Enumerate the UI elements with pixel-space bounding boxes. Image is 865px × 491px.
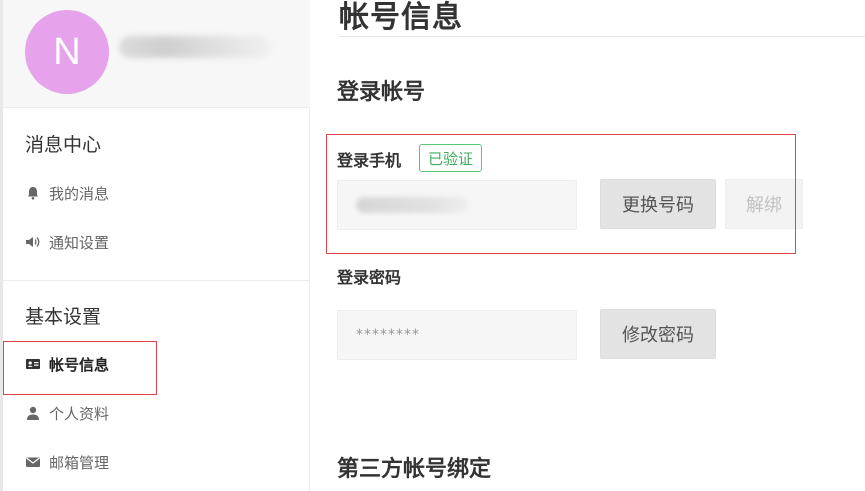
sidebar-item-my-messages[interactable]: 我的消息 (25, 181, 109, 205)
sidebar-divider (3, 280, 310, 281)
third-party-heading: 第三方帐号绑定 (337, 457, 492, 482)
password-label: 登录密码 (337, 268, 402, 287)
section-title-messages: 消息中心 (25, 134, 102, 156)
sidebar-item-label: 邮箱管理 (49, 453, 110, 472)
profile-card: N (3, 0, 310, 108)
change-password-button[interactable]: 修改密码 (600, 309, 716, 359)
account-settings-page: N 消息中心 我的消息 通知设置 基本设置 帐号信息 个人资料 邮箱管理 帐号信… (0, 0, 865, 491)
main-content: 帐号信息 登录帐号 登录手机 已验证 更换号码 解绑 登录密码 ********… (311, 0, 865, 491)
mail-icon (25, 454, 41, 470)
sidebar-item-profile[interactable]: 个人资料 (25, 401, 109, 425)
avatar[interactable]: N (25, 10, 109, 94)
sidebar-item-label: 个人资料 (49, 404, 110, 423)
user-icon (25, 405, 41, 421)
speaker-icon (25, 234, 41, 250)
login-account-heading: 登录帐号 (337, 80, 426, 105)
page-title: 帐号信息 (339, 0, 463, 35)
sidebar: N 消息中心 我的消息 通知设置 基本设置 帐号信息 个人资料 邮箱管理 (0, 0, 310, 491)
sidebar-item-notification-settings[interactable]: 通知设置 (25, 230, 109, 254)
bell-icon (25, 185, 41, 201)
sidebar-item-label: 我的消息 (49, 184, 110, 203)
password-field: ******** (337, 310, 577, 360)
annotation-highlight-phone (326, 134, 796, 254)
sidebar-item-mail-management[interactable]: 邮箱管理 (25, 450, 109, 474)
annotation-highlight-account-info (3, 341, 157, 395)
sidebar-item-label: 通知设置 (49, 233, 110, 252)
section-title-basic-settings: 基本设置 (25, 306, 102, 328)
title-divider (339, 36, 865, 37)
username-blurred (119, 36, 271, 58)
